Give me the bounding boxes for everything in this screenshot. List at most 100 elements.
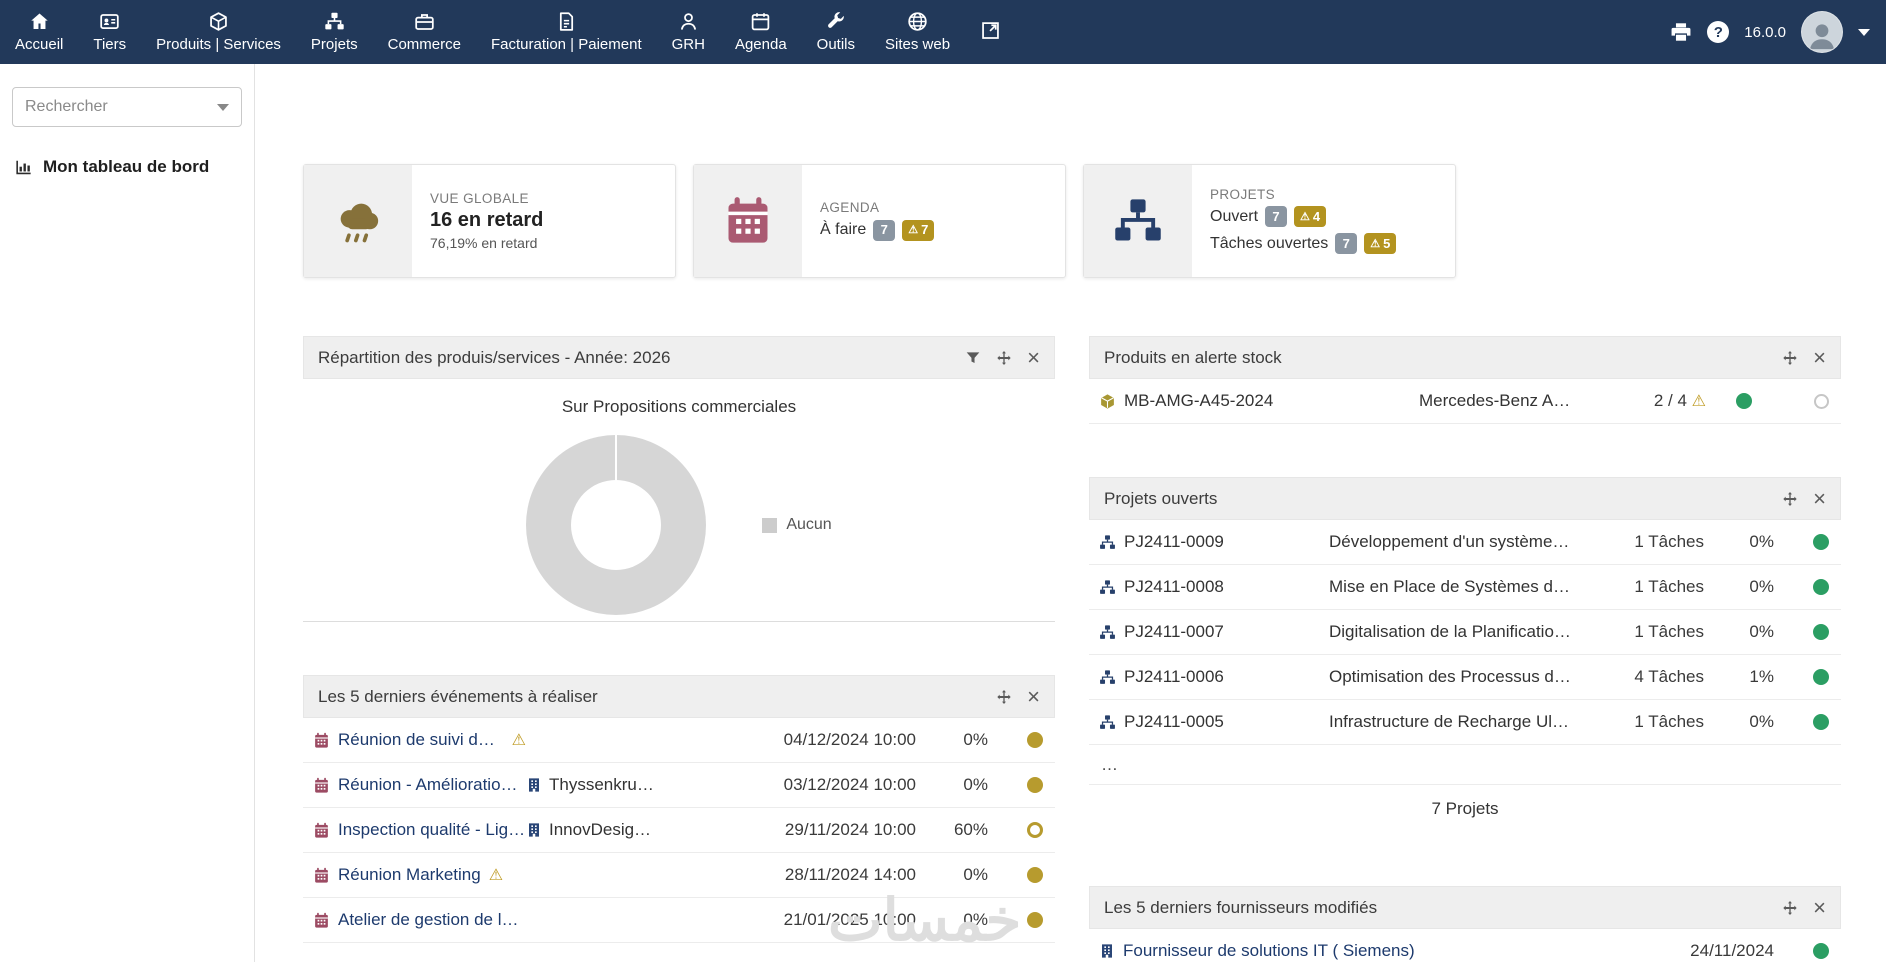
event-row: Réunion Marketing ⚠ 28/11/2024 14:00 0% xyxy=(303,853,1055,898)
move-icon[interactable] xyxy=(1782,350,1798,366)
menu-label: Tiers xyxy=(93,36,127,53)
event-percent: 60% xyxy=(953,820,988,839)
event-link[interactable]: Réunion de suivi des RH xyxy=(338,730,504,750)
company-link[interactable]: InnovDesig… xyxy=(549,820,651,840)
project-percent: 0% xyxy=(1749,622,1774,641)
event-link[interactable]: Réunion - Amélioration des p… xyxy=(338,775,526,795)
project-link[interactable]: PJ2411-0007 xyxy=(1124,622,1224,642)
supplier-row: Fournisseur de solutions IT ( Siemens) 2… xyxy=(1089,929,1841,962)
move-icon[interactable] xyxy=(1782,900,1798,916)
project-icon xyxy=(1099,624,1116,641)
close-icon[interactable]: × xyxy=(1813,896,1826,918)
version-label: 16.0.0 xyxy=(1744,23,1786,41)
calendar-icon xyxy=(313,777,330,794)
project-icon xyxy=(1099,534,1116,551)
calendar-icon xyxy=(750,11,771,32)
project-link[interactable]: PJ2411-0009 xyxy=(1124,532,1224,552)
warning-icon: ⚠ xyxy=(1691,393,1706,410)
project-link[interactable]: PJ2411-0005 xyxy=(1124,712,1224,732)
kpi-icon-panel xyxy=(694,165,802,277)
printer-icon[interactable] xyxy=(1670,21,1692,43)
late-warning-badge: ⚠ 4 xyxy=(1294,206,1327,227)
project-tasks: 4 Tâches xyxy=(1634,667,1704,686)
menu-external-site[interactable] xyxy=(965,0,1016,64)
project-percent: 0% xyxy=(1749,532,1774,551)
globe-icon xyxy=(907,11,928,32)
legend-swatch xyxy=(762,517,778,533)
event-link[interactable]: Atelier de gestion de la qualit… xyxy=(338,910,526,930)
supplier-link[interactable]: Fournisseur de solutions IT ( Siemens) xyxy=(1123,941,1415,961)
event-date: 21/01/2025 10:00 xyxy=(783,910,916,929)
close-icon[interactable]: × xyxy=(1027,685,1040,707)
count-badge: 7 xyxy=(1265,206,1288,227)
menu-agenda[interactable]: Agenda xyxy=(720,0,802,64)
user-avatar[interactable] xyxy=(1801,11,1843,53)
search-input[interactable]: Rechercher xyxy=(12,87,242,127)
kpi-projects-tasks: Tâches ouvertes 7 ⚠ 5 xyxy=(1210,232,1397,256)
sidebar-item-dashboard[interactable]: Mon tableau de bord xyxy=(12,157,242,177)
menu-label: Sites web xyxy=(885,36,951,53)
event-date: 29/11/2024 10:00 xyxy=(784,820,916,839)
project-label: Développement d'un système… xyxy=(1329,532,1570,551)
close-icon[interactable]: × xyxy=(1813,346,1826,368)
menu-label: GRH xyxy=(671,36,705,53)
kpi-vue-globale[interactable]: VUE GLOBALE 16 en retard 76,19% en retar… xyxy=(303,164,676,278)
menu-outils[interactable]: Outils xyxy=(802,0,870,64)
bar-chart-icon xyxy=(14,158,33,177)
menu-projets[interactable]: Projets xyxy=(296,0,373,64)
widgets-left-column: Répartition des produis/services - Année… xyxy=(303,336,1055,962)
menu-produits-services[interactable]: Produits | Services xyxy=(141,0,296,64)
dashboard-label: Mon tableau de bord xyxy=(43,157,210,176)
stock-quantity: 2 / 4 ⚠ xyxy=(1653,391,1706,410)
more-indicator[interactable]: … xyxy=(1089,745,1841,785)
project-icon xyxy=(1099,714,1116,731)
project-link[interactable]: PJ2411-0006 xyxy=(1124,667,1224,687)
menu-label: Outils xyxy=(816,36,856,53)
menu-commerce[interactable]: Commerce xyxy=(373,0,476,64)
menu-sites-web[interactable]: Sites web xyxy=(870,0,965,64)
move-icon[interactable] xyxy=(996,689,1012,705)
status-dot xyxy=(1735,393,1752,409)
project-label: Mise en Place de Systèmes d… xyxy=(1329,577,1570,596)
company-link[interactable]: Thyssenkru… xyxy=(549,775,654,795)
filter-icon[interactable] xyxy=(965,350,981,366)
menu-label: Commerce xyxy=(387,36,461,53)
project-tasks: 1 Tâches xyxy=(1634,712,1704,731)
event-row: Atelier de gestion de la qualit… 21/01/2… xyxy=(303,898,1055,943)
event-date: 04/12/2024 10:00 xyxy=(783,730,916,749)
menu-facturation[interactable]: Facturation | Paiement xyxy=(476,0,657,64)
project-row: PJ2411-0008 Mise en Place de Systèmes d…… xyxy=(1089,565,1841,610)
product-link[interactable]: MB-AMG-A45-2024 xyxy=(1124,391,1273,411)
widget-title: Produits en alerte stock xyxy=(1104,347,1282,367)
move-icon[interactable] xyxy=(996,350,1012,366)
status-dot xyxy=(1813,579,1829,595)
main-menu: Accueil Tiers Produits | Services Projet… xyxy=(0,0,1016,64)
event-percent: 0% xyxy=(963,910,988,929)
event-link[interactable]: Inspection qualité - Ligne de … xyxy=(338,820,526,840)
kpi-projets[interactable]: PROJETS Ouvert 7 ⚠ 4 Tâches ouvertes 7 ⚠ 5 xyxy=(1083,164,1456,278)
chart-title: Sur Propositions commerciales xyxy=(561,397,797,416)
kpi-agenda[interactable]: AGENDA À faire 7 ⚠ 7 xyxy=(693,164,1066,278)
close-icon[interactable]: × xyxy=(1027,346,1040,368)
calendar-icon xyxy=(313,732,330,749)
menu-label: Accueil xyxy=(15,36,64,53)
menu-accueil[interactable]: Accueil xyxy=(0,0,78,64)
event-row: Inspection qualité - Ligne de … InnovDes… xyxy=(303,808,1055,853)
product-label: Mercedes-Benz AMG … xyxy=(1419,391,1576,410)
chevron-down-icon[interactable] xyxy=(1858,28,1870,36)
event-link[interactable]: Réunion Marketing xyxy=(338,865,481,885)
count-badge: 7 xyxy=(873,219,896,241)
close-icon[interactable]: × xyxy=(1813,487,1826,509)
menu-tiers[interactable]: Tiers xyxy=(78,0,141,64)
product-icon xyxy=(1099,393,1116,410)
help-icon[interactable]: ? xyxy=(1707,21,1730,43)
warning-icon: ⚠ xyxy=(488,867,504,884)
event-percent: 0% xyxy=(963,865,988,884)
menu-grh[interactable]: GRH xyxy=(657,0,720,64)
kpi-icon-panel xyxy=(304,165,412,277)
move-icon[interactable] xyxy=(1782,491,1798,507)
widget-header: Les 5 derniers fournisseurs modifiés × xyxy=(1089,886,1841,929)
status-dot xyxy=(1027,867,1043,883)
project-link[interactable]: PJ2411-0008 xyxy=(1124,577,1224,597)
widget-title: Les 5 derniers fournisseurs modifiés xyxy=(1104,897,1378,917)
